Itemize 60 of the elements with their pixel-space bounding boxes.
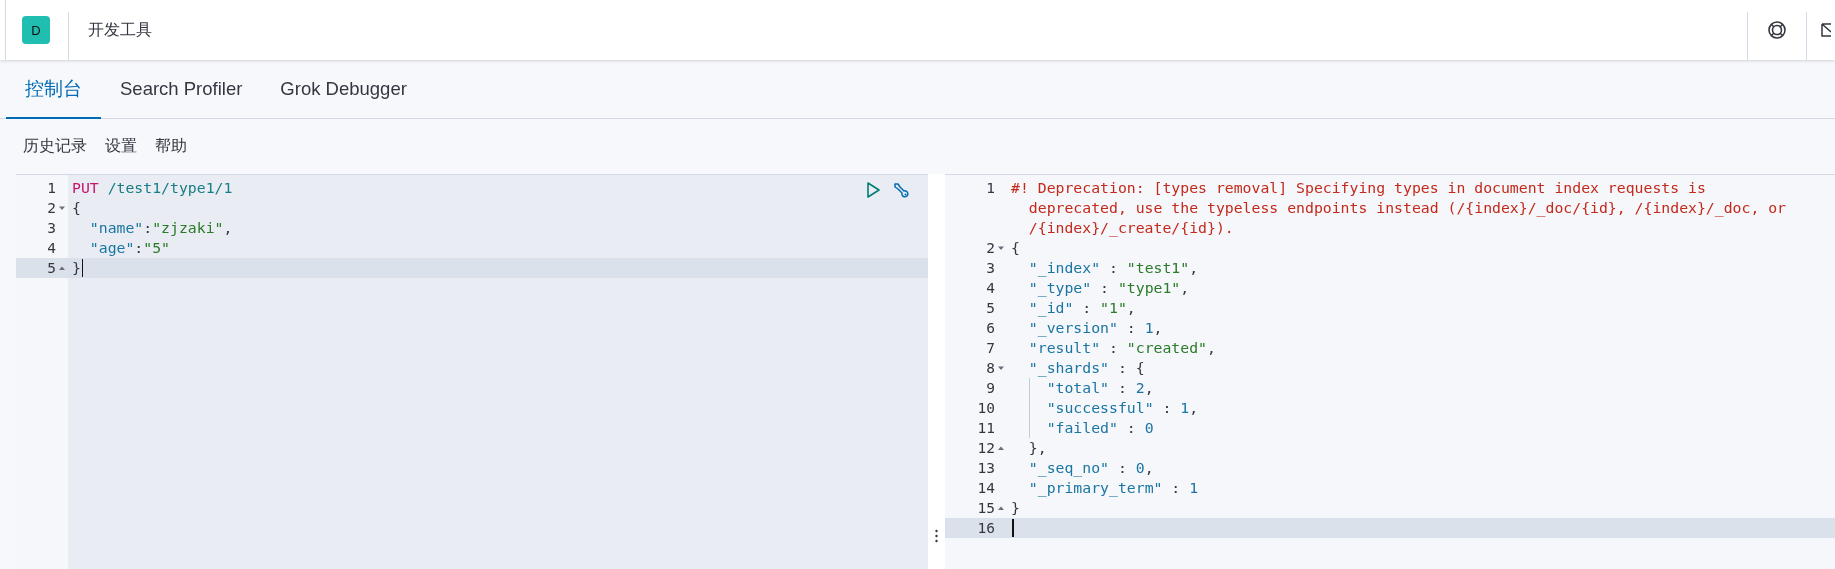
help-icon[interactable] (1767, 20, 1787, 40)
line-number: 2 (986, 240, 995, 256)
line-number: 15 (977, 500, 995, 516)
tab[interactable]: 控制台 (6, 60, 101, 119)
code-line: "total" : 2, (1045, 378, 1154, 398)
play-icon[interactable] (864, 181, 882, 199)
fold-icon[interactable] (995, 504, 1007, 512)
code-line: #! Deprecation: [types removal] Specifying types in document index requests is (1010, 178, 1706, 198)
code-line: "_shards" : { (1027, 358, 1145, 378)
line-number: 14 (977, 480, 995, 496)
menu-link[interactable]: 设置 (105, 136, 137, 157)
code-line: }, (1027, 438, 1047, 458)
code-line: "_index" : "test1", (1027, 258, 1199, 278)
line-number: 3 (47, 220, 56, 236)
code-line: "successful" : 1, (1045, 398, 1199, 418)
line-number: 3 (986, 260, 995, 276)
menu-link[interactable]: 帮助 (155, 136, 187, 157)
code-line: PUT /test1/type1/1 (71, 178, 233, 198)
line-number: 4 (986, 280, 995, 296)
code-line: { (1010, 238, 1020, 258)
code-line: "result" : "created", (1027, 338, 1216, 358)
line-number: 11 (977, 420, 995, 436)
tab[interactable]: Search Profiler (101, 60, 262, 119)
line-number: 10 (977, 400, 995, 416)
code-line: "age":"5" (88, 238, 170, 258)
page-title: 开发工具 (88, 19, 153, 40)
code-line: } (71, 258, 81, 278)
line-number: 12 (977, 440, 995, 456)
app-logo[interactable]: D (22, 16, 50, 44)
code-line: } (1010, 498, 1020, 518)
line-number: 16 (977, 520, 995, 536)
tab[interactable]: Grok Debugger (261, 60, 426, 119)
line-number: 1 (47, 180, 56, 196)
menu-link[interactable]: 历史记录 (23, 136, 87, 157)
code-line: "failed" : 0 (1045, 418, 1154, 438)
line-number: 9 (986, 380, 995, 396)
line-number: 5 (47, 260, 56, 276)
code-line: /{index}/_create/{id}). (1027, 218, 1234, 238)
line-number: 13 (977, 460, 995, 476)
code-line: { (71, 198, 81, 218)
text-cursor (81, 259, 84, 277)
resize-handle[interactable] (935, 529, 938, 543)
fold-icon[interactable] (995, 444, 1007, 452)
code-line: deprecated, use the typeless endpoints instead (/{index}/_doc/{id}, /{index}/_doc, or (1027, 198, 1787, 218)
line-number: 2 (47, 200, 56, 216)
text-cursor (1012, 519, 1014, 537)
line-number: 4 (47, 240, 56, 256)
line-number: 1 (986, 180, 995, 196)
fold-icon[interactable] (56, 264, 68, 272)
wrench-icon[interactable] (892, 181, 910, 199)
code-line: "_version" : 1, (1027, 318, 1163, 338)
line-number: 7 (986, 340, 995, 356)
line-number: 8 (986, 360, 995, 376)
code-line: "_seq_no" : 0, (1027, 458, 1154, 478)
code-line: "_id" : "1", (1027, 298, 1136, 318)
line-number: 5 (986, 300, 995, 316)
code-line: "_type" : "type1", (1027, 278, 1190, 298)
code-line: "name":"zjzaki", (88, 218, 233, 238)
code-line: "_primary_term" : 1 (1027, 478, 1199, 498)
line-number: 6 (986, 320, 995, 336)
